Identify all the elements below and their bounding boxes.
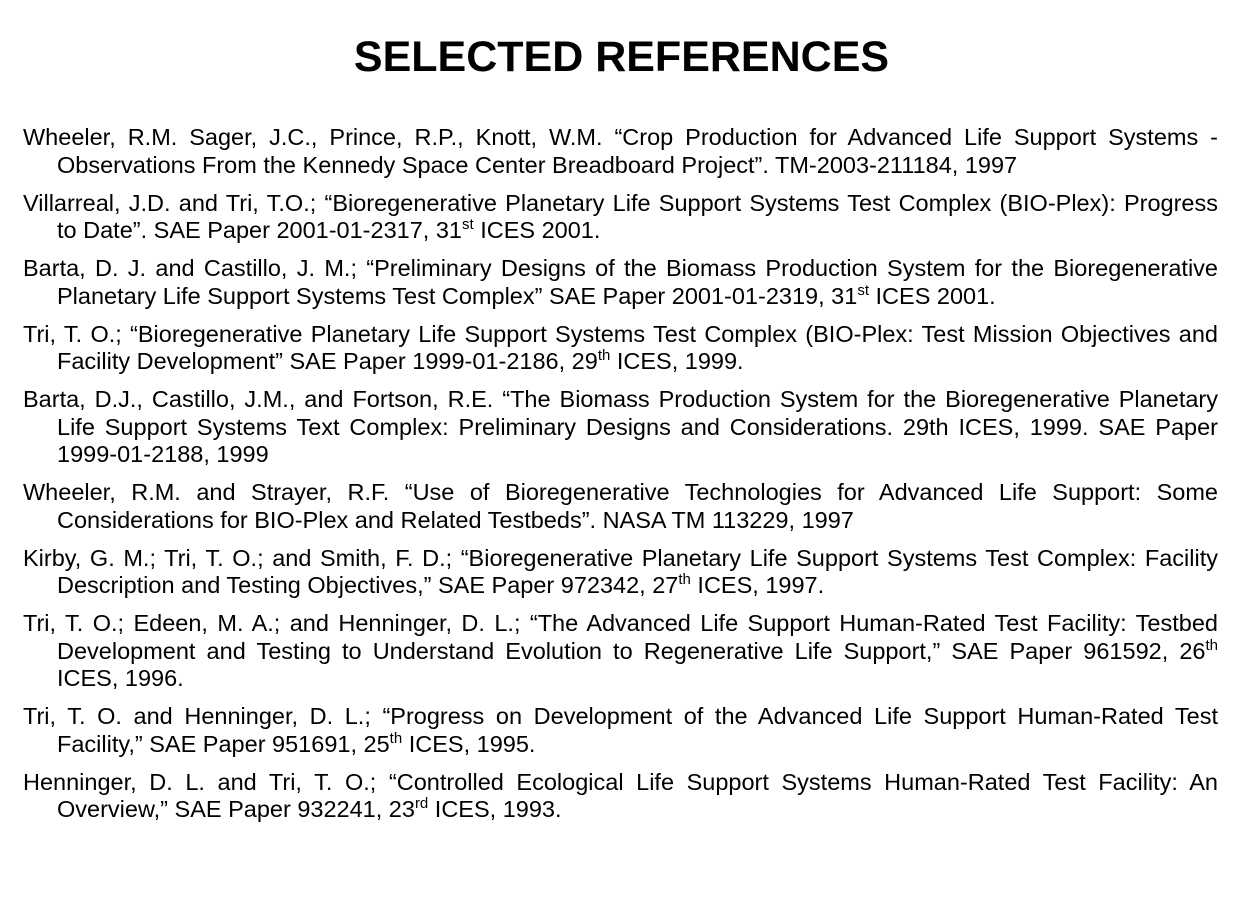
reference-item: Tri, T. O.; Edeen, M. A.; and Henninger,… bbox=[23, 610, 1218, 693]
reference-text: Henninger, D. L. and Tri, T. O.; “Contro… bbox=[23, 768, 1218, 823]
reference-list: Wheeler, R.M. Sager, J.C., Prince, R.P.,… bbox=[23, 124, 1218, 834]
reference-item: Tri, T. O. and Henninger, D. L.; “Progre… bbox=[23, 703, 1218, 758]
ordinal-suffix: st bbox=[462, 216, 474, 233]
reference-text-end: ICES 2001. bbox=[868, 282, 996, 309]
ordinal-suffix: th bbox=[678, 571, 691, 588]
reference-item: Kirby, G. M.; Tri, T. O.; and Smith, F. … bbox=[23, 545, 1218, 600]
reference-text-end: ICES, 1995. bbox=[402, 730, 536, 757]
ordinal-suffix: rd bbox=[414, 795, 429, 812]
reference-item: Tri, T. O.; “Bioregenerative Planetary L… bbox=[23, 321, 1218, 376]
page: SELECTED REFERENCES Wheeler, R.M. Sager,… bbox=[0, 0, 1243, 913]
reference-item: Wheeler, R.M. and Strayer, R.F. “Use of … bbox=[23, 479, 1218, 534]
reference-text-end: ICES, 1996. bbox=[57, 665, 184, 691]
reference-text: Barta, D.J., Castillo, J.M., and Fortson… bbox=[23, 386, 1218, 467]
reference-text: Wheeler, R.M. Sager, J.C., Prince, R.P.,… bbox=[23, 124, 1218, 178]
ordinal-suffix: th bbox=[597, 347, 611, 364]
reference-text: Kirby, G. M.; Tri, T. O.; and Smith, F. … bbox=[23, 544, 1218, 599]
reference-text-end: ICES, 1999. bbox=[610, 348, 744, 374]
ordinal-suffix: st bbox=[857, 281, 869, 299]
reference-text-end: ICES, 1997. bbox=[690, 572, 825, 598]
reference-text: Tri, T. O.; Edeen, M. A.; and Henninger,… bbox=[23, 610, 1218, 664]
reference-text: Villarreal, J.D. and Tri, T.O.; “Biorege… bbox=[23, 189, 1218, 244]
reference-item: Barta, D.J., Castillo, J.M., and Fortson… bbox=[23, 386, 1218, 469]
reference-text: Barta, D. J. and Castillo, J. M.; “Preli… bbox=[23, 255, 1218, 309]
reference-item: Barta, D. J. and Castillo, J. M.; “Preli… bbox=[23, 255, 1218, 310]
reference-text-end: ICES 2001. bbox=[473, 217, 601, 243]
ordinal-suffix: th bbox=[389, 729, 403, 747]
reference-item: Henninger, D. L. and Tri, T. O.; “Contro… bbox=[23, 769, 1218, 824]
reference-text-end: ICES, 1993. bbox=[428, 796, 562, 822]
reference-text: Wheeler, R.M. and Strayer, R.F. “Use of … bbox=[23, 479, 1218, 533]
reference-item: Villarreal, J.D. and Tri, T.O.; “Biorege… bbox=[23, 190, 1218, 245]
reference-text: Tri, T. O. and Henninger, D. L.; “Progre… bbox=[23, 703, 1218, 757]
reference-item: Wheeler, R.M. Sager, J.C., Prince, R.P.,… bbox=[23, 124, 1218, 179]
page-title: SELECTED REFERENCES bbox=[353, 33, 890, 81]
ordinal-suffix: th bbox=[1205, 636, 1218, 654]
